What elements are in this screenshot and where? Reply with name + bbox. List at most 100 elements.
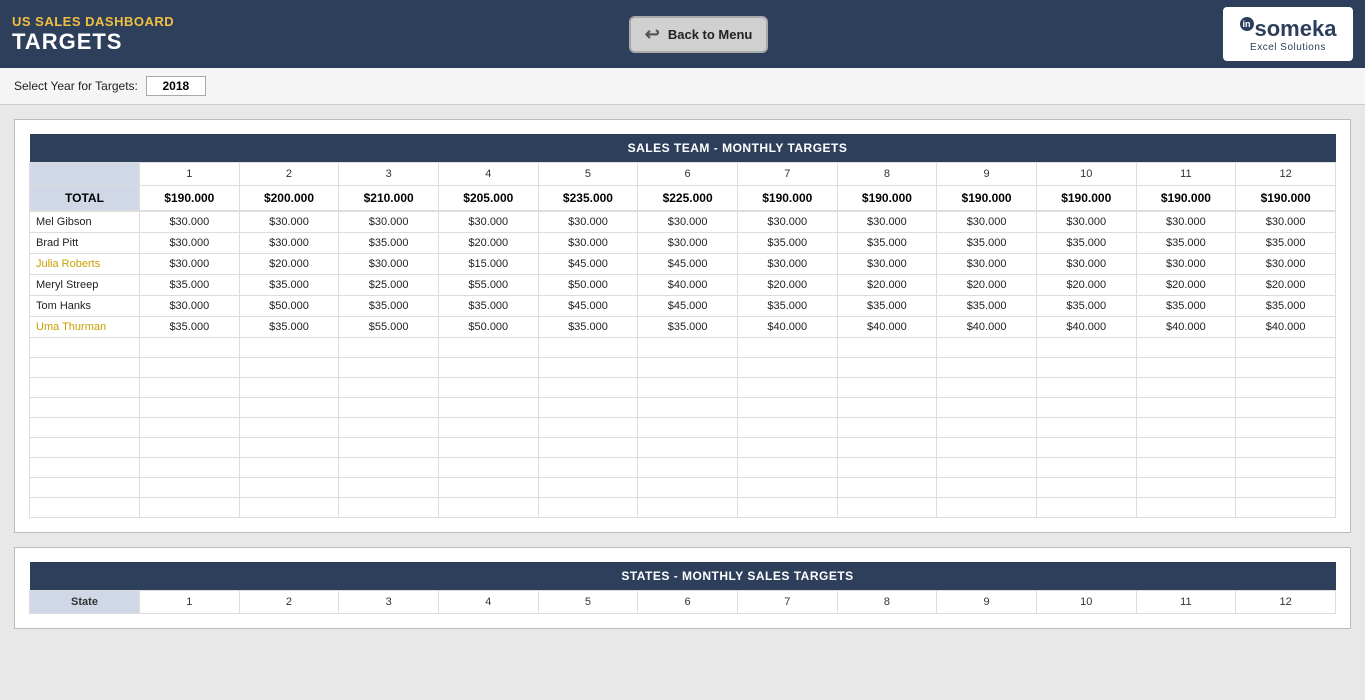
value-m3: $25.000: [339, 275, 439, 296]
state-col-9: 9: [937, 591, 1037, 614]
empty-cell: [837, 378, 937, 398]
empty-cell: [538, 358, 638, 378]
empty-cell: [140, 498, 240, 518]
value-m5: $30.000: [538, 212, 638, 233]
value-m5: $35.000: [538, 317, 638, 338]
col-header-3: 3: [339, 163, 439, 186]
col-header-8: 8: [837, 163, 937, 186]
empty-cell: [239, 438, 339, 458]
empty-cell: [339, 498, 439, 518]
empty-cell: [140, 338, 240, 358]
col-header-row: 1 2 3 4 5 6 7 8 9 10 11 12: [30, 163, 1336, 186]
empty-cell: [30, 478, 140, 498]
empty-cell: [438, 398, 538, 418]
empty-cell: [339, 338, 439, 358]
state-col-7: 7: [737, 591, 837, 614]
value-m10: $35.000: [1036, 296, 1136, 317]
total-m4: $205.000: [438, 186, 538, 211]
empty-cell: [1036, 398, 1136, 418]
back-to-menu-button[interactable]: ↩ Back to Menu: [629, 16, 769, 53]
empty-cell: [937, 478, 1037, 498]
value-m7: $30.000: [737, 254, 837, 275]
empty-cell: [837, 418, 937, 438]
empty-cell: [339, 418, 439, 438]
empty-cell: [837, 498, 937, 518]
empty-cell: [1036, 458, 1136, 478]
empty-cell: [438, 378, 538, 398]
empty-cell: [1136, 438, 1236, 458]
empty-cell: [438, 418, 538, 438]
value-m12: $35.000: [1236, 233, 1336, 254]
value-m6: $30.000: [638, 233, 738, 254]
value-m7: $30.000: [737, 212, 837, 233]
value-m8: $30.000: [837, 254, 937, 275]
empty-cell: [837, 398, 937, 418]
empty-cell: [1236, 458, 1336, 478]
empty-cell: [737, 378, 837, 398]
empty-cell: [937, 458, 1037, 478]
empty-cell: [239, 478, 339, 498]
empty-cell: [1036, 478, 1136, 498]
empty-cell: [837, 358, 937, 378]
empty-cell: [937, 418, 1037, 438]
value-m8: $30.000: [837, 212, 937, 233]
value-m6: $45.000: [638, 296, 738, 317]
value-m6: $45.000: [638, 254, 738, 275]
empty-cell: [239, 378, 339, 398]
empty-cell: [538, 458, 638, 478]
empty-cell: [1236, 498, 1336, 518]
value-m1: $35.000: [140, 275, 240, 296]
empty-cell: [140, 378, 240, 398]
total-m6: $225.000: [638, 186, 738, 211]
page-title: TARGETS: [12, 29, 174, 55]
total-m12: $190.000: [1236, 186, 1336, 211]
logo: insomeka Excel Solutions: [1223, 7, 1353, 61]
value-m2: $50.000: [239, 296, 339, 317]
empty-cell: [638, 398, 738, 418]
total-m10: $190.000: [1036, 186, 1136, 211]
states-table: STATES - MONTHLY SALES TARGETS State 1 2…: [29, 562, 1336, 614]
state-col-11: 11: [1136, 591, 1236, 614]
empty-cell: [638, 378, 738, 398]
empty-cell: [538, 498, 638, 518]
col-header-empty: [30, 163, 140, 186]
value-m4: $50.000: [438, 317, 538, 338]
empty-row: [30, 458, 1336, 478]
states-section-header-row: STATES - MONTHLY SALES TARGETS: [30, 562, 1336, 591]
table-row: Brad Pitt$30.000$30.000$35.000$20.000$30…: [30, 233, 1336, 254]
state-col-5: 5: [538, 591, 638, 614]
empty-cell: [538, 378, 638, 398]
year-input[interactable]: [146, 76, 206, 96]
value-m6: $40.000: [638, 275, 738, 296]
value-m9: $35.000: [937, 296, 1037, 317]
empty-cell: [1236, 378, 1336, 398]
empty-row: [30, 418, 1336, 438]
empty-cell: [140, 458, 240, 478]
year-selector-row: Select Year for Targets:: [0, 68, 1365, 105]
empty-cell: [638, 498, 738, 518]
total-m9: $190.000: [937, 186, 1037, 211]
main-content: SALES TEAM - MONTHLY TARGETS 1 2 3 4 5 6…: [0, 105, 1365, 643]
empty-cell: [538, 398, 638, 418]
empty-cell: [30, 398, 140, 418]
value-m2: $35.000: [239, 317, 339, 338]
value-m3: $30.000: [339, 212, 439, 233]
value-m11: $35.000: [1136, 233, 1236, 254]
logo-sub: Excel Solutions: [1250, 42, 1326, 53]
value-m9: $30.000: [937, 212, 1037, 233]
sales-team-table-container: SALES TEAM - MONTHLY TARGETS 1 2 3 4 5 6…: [14, 119, 1351, 533]
value-m10: $30.000: [1036, 212, 1136, 233]
value-m5: $45.000: [538, 254, 638, 275]
empty-cell: [30, 338, 140, 358]
empty-cell: [438, 458, 538, 478]
empty-cell: [1036, 358, 1136, 378]
empty-cell: [1236, 438, 1336, 458]
empty-cell: [638, 478, 738, 498]
value-m9: $40.000: [937, 317, 1037, 338]
value-m11: $30.000: [1136, 212, 1236, 233]
sales-team-section-header-row: SALES TEAM - MONTHLY TARGETS: [30, 134, 1336, 163]
value-m7: $20.000: [737, 275, 837, 296]
value-m11: $40.000: [1136, 317, 1236, 338]
table-row: Tom Hanks$30.000$50.000$35.000$35.000$45…: [30, 296, 1336, 317]
value-m11: $30.000: [1136, 254, 1236, 275]
